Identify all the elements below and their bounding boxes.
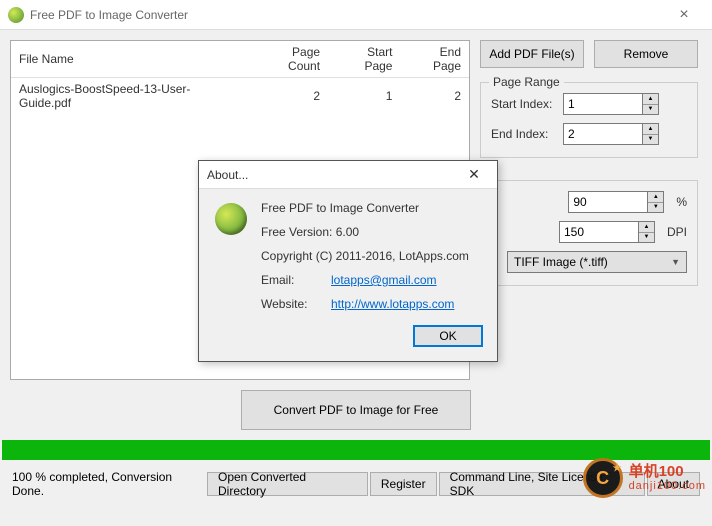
about-close-button[interactable]: ✕ — [459, 166, 489, 183]
open-converted-dir-button[interactable]: Open Converted Directory — [207, 472, 368, 496]
side-panel: Add PDF File(s) Remove Page Range Start … — [480, 40, 702, 380]
chevron-up-icon[interactable]: ▲ — [643, 124, 658, 135]
format-dropdown[interactable]: TIFF Image (*.tiff) ▼ — [507, 251, 687, 273]
chevron-up-icon[interactable]: ▲ — [643, 94, 658, 105]
add-pdf-button[interactable]: Add PDF File(s) — [480, 40, 584, 68]
about-email-link[interactable]: lotapps@gmail.com — [331, 273, 437, 287]
window-title: Free PDF to Image Converter — [30, 8, 664, 22]
end-index-input[interactable]: 2 — [563, 123, 643, 145]
about-website-label: Website: — [261, 297, 313, 311]
chevron-down-icon[interactable]: ▼ — [648, 203, 663, 213]
quality-spinner[interactable]: ▲▼ — [648, 191, 664, 213]
command-line-button[interactable]: Command Line, Site License, SDK — [439, 472, 645, 496]
start-index-spinner[interactable]: ▲▼ — [643, 93, 659, 115]
convert-row: Convert PDF to Image for Free — [0, 390, 712, 440]
convert-button[interactable]: Convert PDF to Image for Free — [241, 390, 471, 430]
resolution-unit: DPI — [667, 225, 687, 239]
about-ok-button[interactable]: OK — [413, 325, 483, 347]
cell-count: 2 — [249, 78, 328, 115]
quality-input[interactable]: 90 — [568, 191, 648, 213]
about-email-label: Email: — [261, 273, 313, 287]
remove-button[interactable]: Remove — [594, 40, 698, 68]
about-button[interactable]: About — [647, 472, 700, 496]
chevron-down-icon: ▼ — [671, 257, 680, 267]
about-copyright: Copyright (C) 2011-2016, LotApps.com — [261, 249, 469, 263]
quality-unit: % — [676, 195, 687, 209]
settings-group: 90 ▲▼ % on 150 ▲▼ DPI TIFF Image (*.tiff… — [480, 180, 698, 286]
chevron-down-icon[interactable]: ▼ — [639, 233, 654, 243]
page-range-legend: Page Range — [489, 75, 564, 89]
window-close-button[interactable]: × — [664, 6, 704, 24]
cell-start: 1 — [328, 78, 400, 115]
status-text: 100 % completed, Conversion Done. — [12, 470, 207, 498]
about-title-bar[interactable]: About... ✕ — [199, 161, 497, 189]
about-version: Free Version: 6.00 — [261, 225, 469, 239]
chevron-up-icon[interactable]: ▲ — [648, 192, 663, 203]
format-value: TIFF Image (*.tiff) — [514, 255, 608, 269]
register-button[interactable]: Register — [370, 472, 437, 496]
start-index-label: Start Index: — [491, 97, 557, 111]
about-website-link[interactable]: http://www.lotapps.com — [331, 297, 454, 311]
resolution-spinner[interactable]: ▲▼ — [639, 221, 655, 243]
end-index-label: End Index: — [491, 127, 557, 141]
about-product: Free PDF to Image Converter — [261, 201, 469, 215]
cell-file: Auslogics-BoostSpeed-13-User-Guide.pdf — [11, 78, 249, 115]
col-header-count[interactable]: Page Count — [249, 41, 328, 78]
app-icon — [8, 7, 24, 23]
col-header-end[interactable]: End Page — [400, 41, 469, 78]
table-row[interactable]: Auslogics-BoostSpeed-13-User-Guide.pdf 2… — [11, 78, 469, 115]
chevron-down-icon[interactable]: ▼ — [643, 135, 658, 145]
progress-bar — [2, 440, 710, 460]
resolution-input[interactable]: 150 — [559, 221, 639, 243]
about-dialog: About... ✕ Free PDF to Image Converter F… — [198, 160, 498, 362]
page-range-group: Page Range Start Index: 1 ▲▼ End Index: … — [480, 82, 698, 158]
about-title: About... — [207, 168, 459, 182]
end-index-spinner[interactable]: ▲▼ — [643, 123, 659, 145]
about-app-icon — [215, 203, 247, 235]
chevron-up-icon[interactable]: ▲ — [639, 222, 654, 233]
cell-end: 2 — [400, 78, 469, 115]
start-index-input[interactable]: 1 — [563, 93, 643, 115]
col-header-file[interactable]: File Name — [11, 41, 249, 78]
status-bar: 100 % completed, Conversion Done. Open C… — [0, 460, 712, 508]
col-header-start[interactable]: Start Page — [328, 41, 400, 78]
chevron-down-icon[interactable]: ▼ — [643, 105, 658, 115]
title-bar: Free PDF to Image Converter × — [0, 0, 712, 30]
